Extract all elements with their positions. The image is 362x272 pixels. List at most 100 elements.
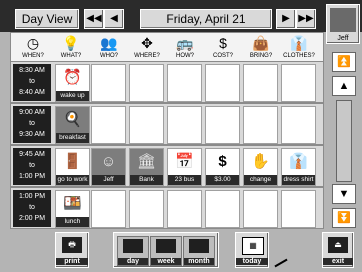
empty-cell[interactable] (243, 106, 278, 144)
empty-cell[interactable] (129, 106, 164, 144)
empty-cell[interactable] (281, 64, 316, 102)
time-end: 2:00 PM (18, 215, 46, 222)
activity-cell[interactable]: $ $3.00 (205, 148, 240, 186)
time-start: 9:00 AM (19, 109, 45, 116)
clock-icon: ◷ (26, 35, 40, 51)
scroll-down-button[interactable]: ▼ (332, 184, 356, 204)
header-label: HOW? (176, 53, 194, 59)
activity-cell[interactable]: 🏛 Bank (129, 148, 164, 186)
activity-cell[interactable]: 📅 23 bus (167, 148, 202, 186)
empty-cell[interactable] (243, 190, 278, 228)
week-label: week (151, 258, 181, 265)
next-week-button[interactable]: ▶▶ (296, 9, 316, 29)
month-label: month (184, 258, 214, 265)
empty-cell[interactable] (281, 106, 316, 144)
today-button[interactable]: ▦ today (235, 232, 269, 268)
empty-cell[interactable] (205, 106, 240, 144)
time-slot[interactable]: 9:00 AM to 9:30 AM (13, 106, 51, 143)
activity-caption: change (244, 175, 277, 185)
time-to: to (29, 204, 35, 211)
left-arrow-icon: ◀ (110, 13, 118, 24)
empty-cell[interactable] (167, 106, 202, 144)
exit-label: exit (323, 258, 353, 265)
today-label: today (236, 258, 268, 265)
day-grid-icon (123, 239, 143, 253)
avatar[interactable]: Jeff (326, 4, 360, 44)
empty-cell[interactable] (167, 190, 202, 228)
activity-cell[interactable]: 🍱 lunch (55, 190, 90, 228)
empty-cell[interactable] (205, 190, 240, 228)
next-day-button[interactable]: ▶ (276, 9, 296, 29)
header-label: COST? (212, 53, 233, 59)
scroll-top-button[interactable]: ⏫ (332, 52, 356, 72)
current-date: Friday, April 21 (140, 9, 272, 29)
people-icon: 👥 (100, 35, 118, 51)
activity-cell[interactable]: ✋ change (243, 148, 278, 186)
activity-caption: dress shirt (282, 175, 315, 185)
empty-cell[interactable] (91, 190, 126, 228)
schedule-row: 9:00 AM to 9:30 AM 🍳 breakfast (10, 103, 324, 145)
time-slot[interactable]: 1:00 PM to 2:00 PM (13, 190, 51, 227)
empty-cell[interactable] (129, 64, 164, 102)
down-arrow-icon: ▼ (338, 188, 350, 200)
time-slot[interactable]: 9:45 AM to 1:00 PM (13, 148, 51, 185)
week-view-button[interactable]: week (150, 236, 182, 266)
month-grid-icon (189, 239, 209, 253)
person-photo-icon: ☺ (92, 149, 125, 175)
activity-caption: breakfast (56, 133, 89, 143)
alarm-clock-icon: ⏰ (56, 65, 89, 91)
printer-icon: 🖶 (62, 237, 82, 253)
header-what: 💡 WHAT? (53, 33, 89, 61)
header-where: ✥ WHERE? (129, 33, 165, 61)
empty-cell[interactable] (243, 64, 278, 102)
scroll-column: ⏫ ▲ ▼ ⏬ (328, 48, 358, 238)
scroll-bottom-button[interactable]: ⏬ (332, 208, 356, 228)
header-label: CLOTHES? (283, 53, 315, 59)
time-to: to (29, 162, 35, 169)
time-end: 1:00 PM (18, 173, 46, 180)
time-slot[interactable]: 8:30 AM to 8:40 AM (13, 64, 51, 101)
activity-cell[interactable]: ⏰ wake up (55, 64, 90, 102)
lunch-icon: 🍱 (56, 191, 89, 217)
user-photo (330, 8, 356, 32)
empty-cell[interactable] (167, 64, 202, 102)
time-end: 8:40 AM (19, 89, 45, 96)
user-name: Jeff (337, 35, 349, 42)
activity-caption: Jeff (92, 175, 125, 185)
time-to: to (29, 120, 35, 127)
double-up-arrow-icon: ⏫ (337, 56, 351, 68)
week-grid-icon (156, 239, 176, 253)
empty-cell[interactable] (91, 106, 126, 144)
activity-cell[interactable]: ☺ Jeff (91, 148, 126, 186)
day-view-button[interactable]: day (117, 236, 149, 266)
prev-day-button[interactable]: ◀ (104, 9, 124, 29)
double-right-arrow-icon: ▶▶ (298, 13, 314, 24)
empty-cell[interactable] (129, 190, 164, 228)
door-icon: 🚪 (56, 149, 89, 175)
activity-caption: wake up (56, 91, 89, 101)
time-start: 9:45 AM (19, 151, 45, 158)
activity-cell[interactable]: 🍳 breakfast (55, 106, 90, 144)
print-label: print (56, 258, 88, 265)
scroll-up-button[interactable]: ▲ (332, 76, 356, 96)
double-left-arrow-icon: ◀◀ (86, 13, 102, 24)
month-view-button[interactable]: month (183, 236, 215, 266)
prev-week-button[interactable]: ◀◀ (84, 9, 104, 29)
dollar-icon: $ (206, 149, 239, 175)
clothes-icon: 👔 (290, 35, 308, 51)
view-switcher: day week month (113, 232, 219, 268)
empty-cell[interactable] (91, 64, 126, 102)
scroll-track[interactable] (336, 100, 352, 182)
empty-cell[interactable] (205, 64, 240, 102)
activity-cell[interactable]: 🚪 go to work (55, 148, 90, 186)
activity-cell[interactable]: 👔 dress shirt (281, 148, 316, 186)
schedule-row: 9:45 AM to 1:00 PM 🚪 go to work ☺ Jeff 🏛 Bank… (10, 145, 324, 187)
exit-button[interactable]: ⏏ exit (322, 232, 354, 268)
schedule-row: 8:30 AM to 8:40 AM ⏰ wake up (10, 61, 324, 103)
header-label: WHAT? (60, 53, 82, 59)
print-button[interactable]: 🖶 print (55, 232, 89, 268)
header-when: ◷ WHEN? (15, 33, 51, 61)
calendar-page-icon: ▦ (242, 237, 264, 255)
empty-cell[interactable] (281, 190, 316, 228)
bank-photo-icon: 🏛 (130, 149, 163, 175)
